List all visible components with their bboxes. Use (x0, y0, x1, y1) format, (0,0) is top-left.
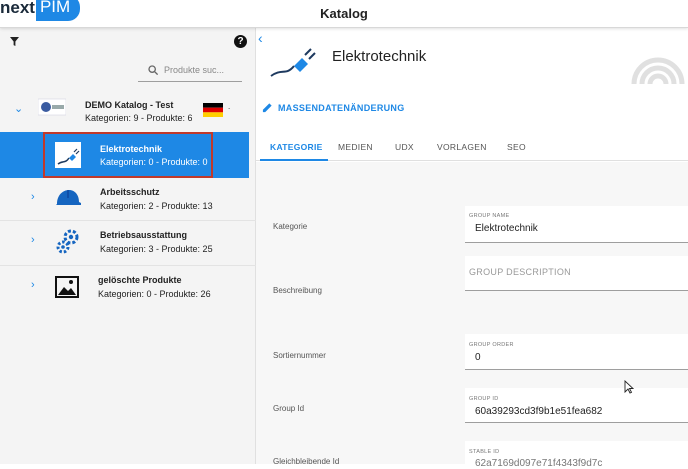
chevron-left-icon[interactable]: ‹ (258, 30, 263, 46)
gears-icon (56, 229, 79, 254)
tree-item-betriebsausstattung[interactable]: › Betriebsausstattung Kategorien: 3 - Pr… (0, 221, 256, 265)
selection-highlight-box (43, 132, 213, 178)
chevron-right-icon[interactable]: › (31, 234, 35, 246)
search-icon (148, 64, 158, 75)
tab-udx[interactable]: UDX (395, 142, 414, 152)
tree-item-name: Betriebsausstattung (100, 230, 188, 240)
tree-item-meta: Kategorien: 2 - Produkte: 13 (100, 201, 213, 211)
category-form: Kategorie GROUP NAME Elektrotechnik Besc… (256, 162, 688, 469)
beschreibung-label: Beschreibung (273, 286, 322, 295)
category-title: Elektrotechnik (332, 48, 427, 65)
pencil-icon (262, 103, 272, 113)
catalog-tree-panel: ? Produkte suc... ⌄ DEMO Katalog - Test … (0, 28, 256, 464)
flag-dropdown-icon[interactable]: . (228, 102, 230, 111)
plug-icon (270, 48, 316, 77)
tree-root-name: DEMO Katalog - Test (85, 100, 174, 110)
image-icon (55, 276, 79, 298)
group-id-caption: GROUP ID (469, 396, 499, 402)
tree-item-meta: Kategorien: 0 - Produkte: 26 (98, 289, 211, 299)
search-placeholder: Produkte suc... (164, 64, 225, 75)
stable-id-field: STABLE ID 62a7169d097e71f4343f9d7c (465, 441, 688, 469)
tree-item-geloeschte-produkte[interactable]: › gelöschte Produkte Kategorien: 0 - Pro… (0, 266, 256, 310)
tab-seo[interactable]: SEO (507, 142, 526, 152)
group-id-value: 60a39293cd3f9b1e51fea682 (475, 406, 603, 417)
group-id-label: Group Id (273, 404, 305, 413)
helmet-icon (56, 190, 81, 205)
mass-edit-label: MASSENDATENÄNDERUNG (278, 102, 405, 113)
tab-vorlagen[interactable]: VORLAGEN (437, 142, 487, 152)
tree-item-name: gelöschte Produkte (98, 275, 182, 285)
tab-kategorie[interactable]: KATEGORIE (270, 142, 323, 152)
help-icon[interactable]: ? (234, 35, 247, 48)
mouse-cursor-icon (624, 380, 634, 394)
group-name-value: Elektrotechnik (475, 223, 538, 234)
sortiernummer-label: Sortiernummer (273, 351, 326, 360)
group-description-field[interactable]: GROUP DESCRIPTION (465, 256, 688, 291)
stable-id-caption: STABLE ID (469, 449, 500, 455)
tree-root-node[interactable]: ⌄ DEMO Katalog - Test Kategorien: 9 - Pr… (0, 92, 256, 132)
group-order-caption: GROUP ORDER (469, 342, 514, 348)
group-order-value: 0 (475, 352, 481, 363)
detail-tabs: KATEGORIE MEDIEN UDX VORLAGEN SEO (256, 133, 688, 161)
chevron-right-icon[interactable]: › (31, 191, 35, 203)
page-title: Katalog (320, 6, 368, 21)
catalog-logo-icon (38, 98, 66, 116)
chevron-right-icon[interactable]: › (31, 279, 35, 291)
top-bar: next PIM Katalog (0, 0, 688, 28)
kategorie-label: Kategorie (273, 222, 308, 231)
filter-icon[interactable] (10, 37, 19, 46)
stable-id-label: Gleichbleibende Id (273, 457, 340, 466)
group-id-field[interactable]: GROUP ID 60a39293cd3f9b1e51fea682 (465, 388, 688, 423)
tree-item-name: Arbeitsschutz (100, 187, 160, 197)
german-flag-icon[interactable] (203, 103, 223, 117)
group-description-placeholder: GROUP DESCRIPTION (469, 267, 571, 277)
product-search-input[interactable]: Produkte suc... (138, 58, 242, 82)
category-detail-panel: ‹ Elektrotechnik MASSENDATENÄNDERUNG KAT… (256, 28, 688, 469)
chevron-down-icon[interactable]: ⌄ (14, 102, 23, 115)
active-tab-indicator (260, 159, 328, 161)
group-order-field[interactable]: GROUP ORDER 0 (465, 334, 688, 370)
tree-item-arbeitsschutz[interactable]: › Arbeitsschutz Kategorien: 2 - Produkte… (0, 178, 256, 220)
group-name-caption: GROUP NAME (469, 213, 510, 219)
tree-item-meta: Kategorien: 3 - Produkte: 25 (100, 244, 213, 254)
tab-medien[interactable]: MEDIEN (338, 142, 373, 152)
tree-root-meta: Kategorien: 9 - Produkte: 64 (85, 113, 192, 123)
signal-icon (631, 57, 685, 85)
mass-edit-button[interactable]: MASSENDATENÄNDERUNG (262, 102, 405, 113)
group-name-field[interactable]: GROUP NAME Elektrotechnik (465, 206, 688, 243)
